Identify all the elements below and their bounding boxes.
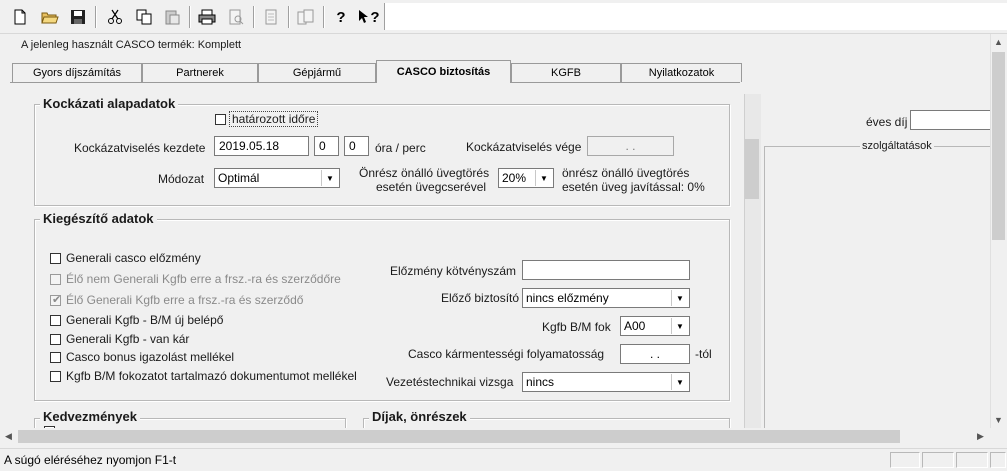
chevron-down-icon[interactable]: ▼ [321, 170, 338, 186]
casco-elozmeny-checkbox[interactable] [50, 253, 61, 264]
elozmeny-kotveny-input[interactable] [522, 260, 690, 280]
tab-casco-biztositas[interactable]: CASCO biztosítás [376, 60, 511, 83]
ora-perc-label: óra / perc [375, 141, 426, 155]
onresz-javitassal-label-1: önrész önálló üvegtörés [562, 166, 690, 180]
scroll-left-icon[interactable]: ◀ [5, 431, 12, 442]
onresz-cserevel-label-2: esetén üvegcserével [376, 180, 487, 194]
kgfb-bm-select[interactable]: A00 ▼ [620, 316, 690, 336]
modozat-label: Módozat [158, 172, 205, 186]
page-icon [260, 6, 282, 28]
elozo-biztosito-value: nincs előzmény [526, 291, 609, 305]
tab-gyors-dijszamitas[interactable]: Gyors díjszámítás [12, 63, 142, 82]
perc-input[interactable]: 0 [344, 136, 369, 156]
checkbox-label: Élő Generali Kgfb erre a frsz.-ra és sze… [66, 293, 304, 307]
chevron-down-icon[interactable]: ▼ [671, 290, 688, 306]
help-icon[interactable]: ? [330, 6, 352, 28]
save-icon[interactable] [67, 6, 89, 28]
checkbox-label: Generali Kgfb - van kár [66, 332, 190, 346]
tab-partnerek[interactable]: Partnerek [142, 63, 258, 82]
tab-gepjarmu[interactable]: Gépjármű [258, 63, 376, 82]
checkbox-label: Élő nem Generali Kgfb erre a frsz.-ra és… [66, 272, 341, 286]
kezdete-label: Kockázatviselés kezdete [74, 141, 206, 155]
print-preview-icon [225, 6, 247, 28]
print-icon[interactable] [196, 6, 218, 28]
pages-icon [295, 6, 317, 28]
chevron-down-icon[interactable]: ▼ [535, 170, 552, 186]
tab-nyilatkozatok[interactable]: Nyilatkozatok [621, 63, 742, 82]
vezetes-select[interactable]: nincs ▼ [522, 372, 690, 392]
tab-kgfb[interactable]: KGFB [511, 63, 621, 82]
status-text: A súgó eléréséhez nyomjon F1-t [4, 453, 177, 467]
onresz-cserevel-label-1: Önrész önálló üvegtörés [359, 166, 490, 180]
main-content: A jelenleg használt CASCO termék: Komple… [0, 34, 990, 428]
cut-icon[interactable] [104, 6, 126, 28]
bonus-igazolas-checkbox[interactable] [50, 352, 61, 363]
status-pane [922, 452, 954, 468]
elo-nem-generali-checkbox [50, 274, 61, 285]
checkbox-label: Kgfb B/M fokozatot tartalmazó dokumentum… [66, 369, 357, 383]
onresz-select[interactable]: 20% ▼ [498, 168, 554, 188]
eves-dij-label: éves díj [866, 115, 908, 129]
new-document-icon[interactable] [9, 6, 31, 28]
scroll-up-icon[interactable]: ▲ [994, 37, 1003, 47]
chevron-down-icon[interactable]: ▼ [671, 374, 688, 390]
product-info: A jelenleg használt CASCO termék: Komple… [21, 39, 242, 51]
elozo-biztosito-label: Előző biztosító [441, 291, 520, 305]
onresz-value: 20% [502, 171, 527, 185]
hatarozott-label[interactable]: határozott időre [229, 111, 319, 127]
vezetes-value: nincs [526, 375, 555, 389]
kgfb-bm-value: A00 [624, 319, 646, 333]
scroll-down-icon[interactable]: ▼ [994, 415, 1003, 425]
kgfb-bm-label: Kgfb B/M fok [542, 320, 611, 334]
chevron-down-icon[interactable]: ▼ [671, 318, 688, 334]
scroll-right-icon[interactable]: ▶ [977, 431, 984, 442]
uj-belepo-checkbox[interactable] [50, 315, 61, 326]
status-pane [956, 452, 988, 468]
status-pane [890, 452, 920, 468]
modozat-select[interactable]: Optimál ▼ [214, 168, 340, 188]
dijak-title: Díjak, önrészek [369, 409, 470, 424]
karmentes-suffix: -tól [695, 347, 712, 361]
checkbox-label: Generali Kgfb - B/M új belépő [66, 313, 224, 327]
context-help-icon[interactable]: ? [358, 6, 380, 28]
vege-input: . . [587, 136, 674, 156]
divider [764, 146, 765, 428]
status-bar: A súgó eléréséhez nyomjon F1-t [0, 448, 1007, 471]
karmentes-label: Casco kármentességi folyamatosság [408, 347, 605, 361]
hatarozott-checkbox[interactable] [215, 114, 226, 125]
bm-dokumentum-checkbox[interactable] [50, 371, 61, 382]
checkbox-label: Casco bonus igazolást mellékel [66, 350, 235, 364]
size-grip[interactable] [990, 452, 1006, 468]
copy-icon[interactable] [133, 6, 155, 28]
inner-scrollbar-thumb[interactable] [745, 139, 759, 199]
vege-label: Kockázatviselés vége [466, 140, 582, 154]
kedvezmenyek-title: Kedvezmények [40, 409, 140, 424]
kockazati-title: Kockázati alapadatok [40, 96, 179, 111]
kiegeszito-title: Kiegészítő adatok [40, 211, 157, 226]
horizontal-scrollbar-thumb[interactable] [18, 430, 900, 443]
toolbar: ? ? [0, 0, 1007, 34]
eves-dij-input[interactable] [910, 110, 990, 130]
modozat-value: Optimál [218, 171, 260, 185]
tab-divider [10, 82, 740, 83]
onresz-javitassal-label-2: esetén üveg javítással: 0% [562, 180, 705, 194]
ora-input[interactable]: 0 [314, 136, 339, 156]
open-folder-icon[interactable] [39, 6, 61, 28]
vertical-scrollbar-thumb[interactable] [992, 52, 1005, 240]
checkmark-icon: ✔ [52, 294, 62, 306]
karmentes-input[interactable]: . . [620, 344, 690, 364]
elozmeny-kotveny-label: Előzmény kötvényszám [390, 264, 517, 278]
checkbox-label: Generali casco előzmény [66, 251, 201, 265]
van-kar-checkbox[interactable] [50, 334, 61, 345]
kezdete-input[interactable]: 2019.05.18 [214, 136, 309, 156]
vezetes-label: Vezetéstechnikai vizsga [386, 375, 514, 389]
paste-icon [161, 6, 183, 28]
elo-generali-checkbox: ✔ [50, 294, 62, 306]
toolbar-empty-area [384, 3, 1007, 30]
elozo-biztosito-select[interactable]: nincs előzmény ▼ [522, 288, 690, 308]
szolgaltatasok-label: szolgáltatások [860, 140, 934, 152]
